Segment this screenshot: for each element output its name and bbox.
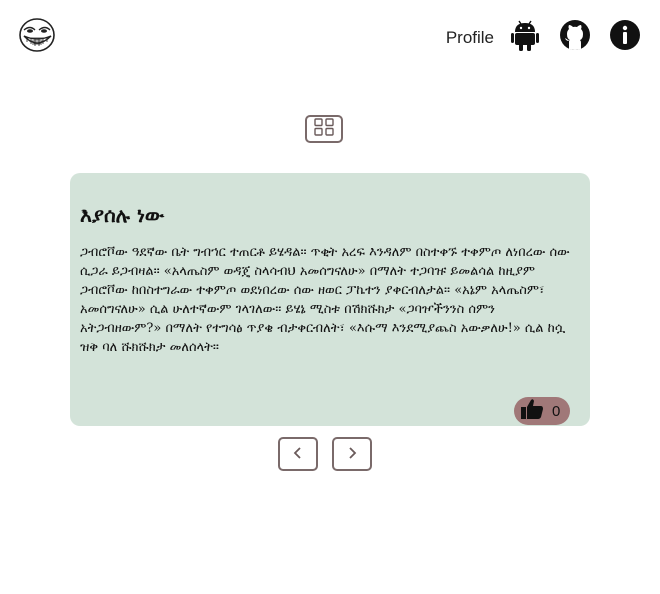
next-button[interactable] — [332, 437, 372, 471]
github-icon[interactable] — [558, 18, 592, 52]
joke-card: እያሰሉ ነው ጋብሮቮው ዓደኛው ቤት ግብኀር ተጠርቶ ይሄዳል። ጥቂ… — [70, 173, 590, 426]
chevron-left-icon — [292, 445, 304, 464]
joke-body: ጋብሮቮው ዓደኛው ቤት ግብኀር ተጠርቶ ይሄዳል። ጥቂት አረፍ እን… — [80, 245, 570, 355]
like-button[interactable]: 0 — [514, 397, 570, 425]
troll-face-logo[interactable] — [18, 16, 56, 54]
grid-view-button[interactable] — [305, 115, 343, 143]
chevron-right-icon — [346, 445, 358, 464]
grid-icon — [314, 118, 334, 140]
thumbs-up-icon — [520, 398, 544, 424]
profile-link[interactable]: Profile — [446, 28, 494, 48]
previous-button[interactable] — [278, 437, 318, 471]
like-count: 0 — [552, 402, 561, 420]
info-icon[interactable] — [608, 18, 642, 52]
android-icon[interactable] — [508, 18, 542, 52]
top-nav: Profile — [446, 18, 642, 52]
joke-title: እያሰሉ ነው — [80, 203, 165, 227]
